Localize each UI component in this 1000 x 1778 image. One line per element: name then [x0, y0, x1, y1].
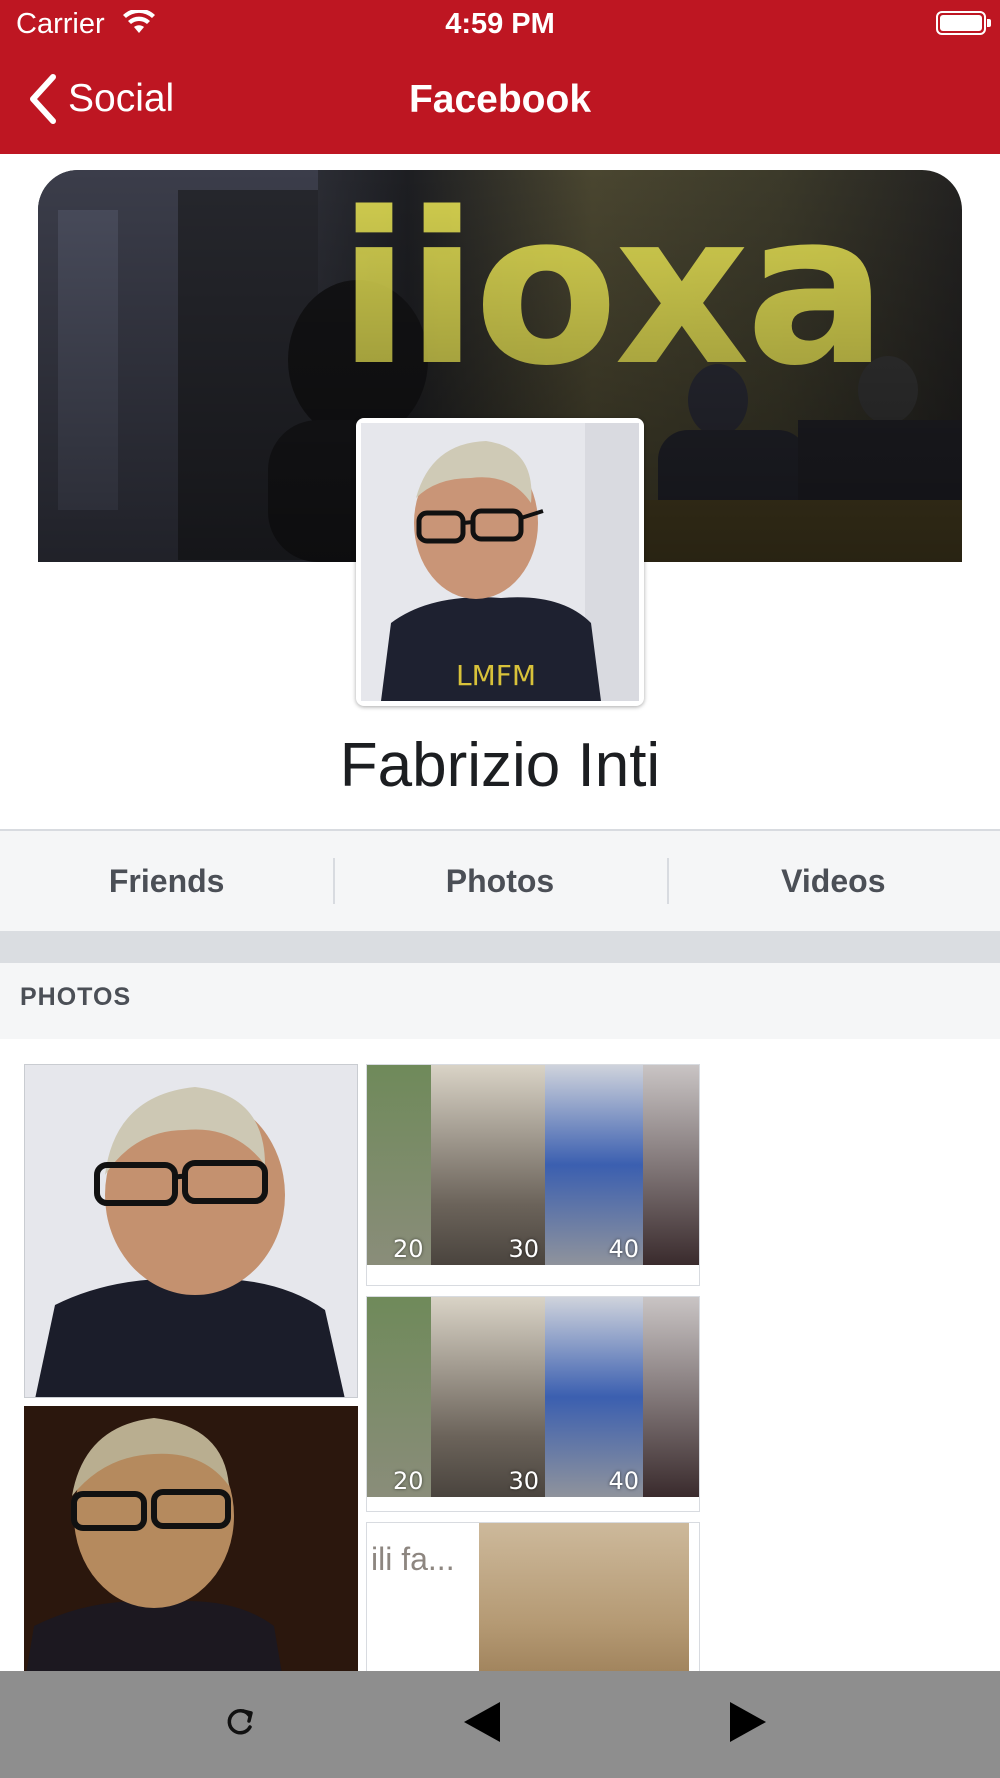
bottom-toolbar	[0, 1671, 1000, 1778]
vintage-photo	[479, 1523, 689, 1687]
portrait-photo	[24, 1406, 358, 1686]
collage-panel: 30	[431, 1065, 545, 1265]
browser-back-button[interactable]	[452, 1671, 512, 1778]
avatar-image: LMFM	[361, 423, 639, 701]
svg-text:LMFM: LMFM	[456, 659, 536, 692]
photo-thumbnail[interactable]: 20 30 40	[366, 1064, 700, 1286]
collage-panel	[643, 1297, 699, 1497]
status-bar: Carrier 4:59 PM	[0, 0, 1000, 50]
page-title: Facebook	[408, 78, 592, 121]
collage-number: 20	[393, 1235, 424, 1263]
section-divider	[0, 931, 1000, 963]
profile-tabs: Friends Photos Videos	[0, 829, 1000, 933]
battery-icon	[936, 11, 991, 35]
photo-thumbnail[interactable]	[24, 1064, 358, 1398]
back-arrow-icon	[462, 1700, 502, 1749]
refresh-icon	[223, 1705, 257, 1744]
collage-number: 40	[608, 1467, 639, 1495]
photos-section-header: PHOTOS	[0, 963, 1000, 1039]
forward-arrow-icon	[728, 1700, 768, 1749]
browser-forward-button[interactable]	[718, 1671, 778, 1778]
clock-label: 4:59 PM	[445, 8, 555, 40]
collage-number: 30	[508, 1467, 539, 1495]
collage-number: 30	[508, 1235, 539, 1263]
collage-panel	[643, 1065, 699, 1265]
photo-caption: ili fa...	[371, 1541, 455, 1577]
collage-panel: 20	[367, 1065, 431, 1265]
portrait-photo	[25, 1065, 357, 1397]
refresh-button[interactable]	[210, 1671, 270, 1778]
collage-number: 40	[608, 1235, 639, 1263]
photo-thumbnail[interactable]	[24, 1406, 358, 1686]
collage-number: 20	[393, 1467, 424, 1495]
collage-panel: 40	[545, 1297, 643, 1497]
profile-avatar[interactable]: LMFM	[356, 418, 644, 706]
section-title: PHOTOS	[20, 983, 132, 1011]
collage-panel: 30	[431, 1297, 545, 1497]
photo-thumbnail[interactable]: ili fa...	[366, 1522, 700, 1688]
tab-videos[interactable]: Videos	[666, 831, 1000, 931]
photo-thumbnail[interactable]: 20 30 40	[366, 1296, 700, 1512]
tab-friends[interactable]: Friends	[0, 831, 333, 931]
profile-name: Fabrizio Inti	[339, 731, 661, 800]
navigation-bar: Carrier 4:59 PM Social Facebook	[0, 0, 1000, 154]
tab-photos[interactable]: Photos	[333, 831, 666, 931]
collage-panel: 40	[545, 1065, 643, 1265]
collage-panel: 20	[367, 1297, 431, 1497]
